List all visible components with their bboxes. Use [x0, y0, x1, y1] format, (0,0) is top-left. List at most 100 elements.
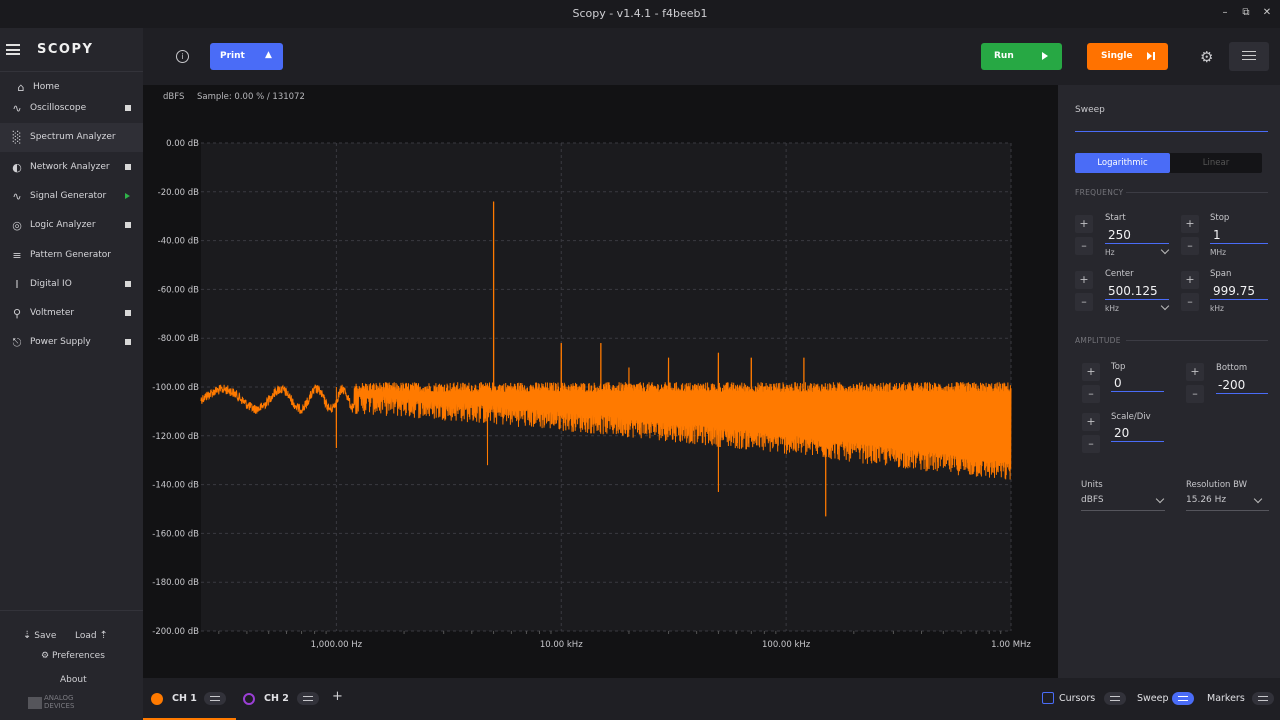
- start-decrement-button[interactable]: –: [1075, 237, 1093, 255]
- preferences-button[interactable]: ⚙ Preferences: [41, 651, 105, 661]
- about-button[interactable]: About: [60, 675, 87, 685]
- top-increment-button[interactable]: +: [1082, 363, 1100, 381]
- ch2-menu-toggle[interactable]: [297, 692, 319, 705]
- stop-decrement-button[interactable]: –: [1181, 237, 1199, 255]
- hamburger-menu-icon[interactable]: [6, 44, 20, 55]
- stop-increment-button[interactable]: +: [1181, 215, 1199, 233]
- scale-div-decrement-button[interactable]: –: [1082, 435, 1100, 453]
- units-chevron-down-icon[interactable]: [1155, 494, 1165, 504]
- sweep-label[interactable]: Sweep: [1137, 693, 1169, 704]
- sidebar-item-oscilloscope[interactable]: ∿ Oscilloscope: [0, 94, 143, 123]
- y-tick-label: -60.00 dB: [158, 285, 199, 295]
- top-label: Top: [1111, 362, 1126, 372]
- span-decrement-button[interactable]: –: [1181, 293, 1199, 311]
- span-input[interactable]: 999.75: [1213, 284, 1255, 298]
- minimize-icon[interactable]: –: [1218, 6, 1232, 20]
- load-label: Load: [75, 631, 97, 641]
- close-icon[interactable]: ✕: [1260, 6, 1274, 20]
- stopped-status-icon: [125, 163, 131, 170]
- sidebar-item-spectrum-analyzer[interactable]: ░ Spectrum Analyzer: [0, 123, 143, 153]
- center-increment-button[interactable]: +: [1075, 271, 1093, 289]
- resolution-bw-chevron-down-icon[interactable]: [1253, 494, 1263, 504]
- start-input[interactable]: 250: [1108, 228, 1131, 242]
- channel-bar: CH 1 CH 2 + Cursors Sweep Markers: [143, 678, 1280, 720]
- save-button[interactable]: ⇣ Save: [23, 630, 56, 641]
- brand-header: SCOPY: [0, 28, 143, 72]
- voltmeter-icon: ⚲: [12, 307, 22, 321]
- sidebar-item-label: Logic Analyzer: [30, 220, 96, 231]
- span-unit[interactable]: kHz: [1210, 304, 1224, 313]
- bottom-increment-button[interactable]: +: [1186, 363, 1204, 381]
- bottom-decrement-button[interactable]: –: [1186, 385, 1204, 403]
- center-unit[interactable]: kHz: [1105, 304, 1119, 313]
- sidebar-item-label: Home: [33, 82, 60, 92]
- units-label: Units: [1081, 480, 1103, 490]
- restore-icon[interactable]: ⧉: [1239, 6, 1253, 20]
- bottom-input[interactable]: -200: [1218, 378, 1245, 392]
- ch2-color-dot[interactable]: [243, 693, 255, 705]
- y-tick-label: -40.00 dB: [158, 237, 199, 247]
- sidebar-item-network-analyzer[interactable]: ◐ Network Analyzer: [0, 153, 143, 182]
- markers-menu-toggle[interactable]: [1252, 692, 1274, 705]
- start-unit-chevron-down-icon[interactable]: [1160, 245, 1170, 255]
- scale-option-logarithmic[interactable]: Logarithmic: [1075, 153, 1170, 173]
- cursors-label[interactable]: Cursors: [1059, 693, 1095, 704]
- single-step-bar: [1153, 52, 1155, 60]
- center-input[interactable]: 500.125: [1108, 284, 1158, 298]
- settings-gear-icon[interactable]: ⚙: [1200, 48, 1213, 66]
- digital-io-icon: I: [15, 277, 19, 291]
- stop-input[interactable]: 1: [1213, 228, 1221, 242]
- ch1-label[interactable]: CH 1: [172, 693, 197, 704]
- sidebar-item-pattern-generator[interactable]: ≡ Pattern Generator: [0, 241, 143, 270]
- y-tick-label: -80.00 dB: [158, 334, 199, 344]
- sidebar-item-logic-analyzer[interactable]: ◎ Logic Analyzer: [0, 211, 143, 240]
- tool-settings-toggle[interactable]: [1229, 42, 1269, 71]
- add-channel-icon[interactable]: +: [332, 689, 343, 704]
- plot-area: dBFS Sample: 0.00 % / 131072 1,000.00 Hz…: [143, 85, 1058, 678]
- x-tick-label: 100.00 kHz: [762, 640, 811, 650]
- load-icon: ⇡: [99, 630, 108, 641]
- center-unit-chevron-down-icon[interactable]: [1160, 301, 1170, 311]
- spectrum-plot[interactable]: 1,000.00 Hz 10.00 kHz 100.00 kHz 1.00 MHz 0.…: [143, 118, 1058, 678]
- vendor-line-1: ANALOG: [44, 694, 74, 702]
- load-button[interactable]: Load ⇡: [75, 630, 108, 641]
- start-unit[interactable]: Hz: [1105, 248, 1115, 257]
- cursors-menu-toggle[interactable]: [1104, 692, 1126, 705]
- sidebar-item-label: Oscilloscope: [30, 103, 87, 113]
- top-input[interactable]: 0: [1114, 376, 1122, 390]
- scale-div-increment-button[interactable]: +: [1082, 413, 1100, 431]
- sidebar-item-signal-generator[interactable]: ∿ Signal Generator: [0, 182, 143, 211]
- print-button[interactable]: Print ▲: [210, 43, 283, 70]
- sidebar-item-digital-io[interactable]: I Digital IO: [0, 270, 143, 299]
- stopped-status-icon: [125, 105, 131, 111]
- x-tick-label: 1.00 MHz: [991, 640, 1031, 650]
- sweep-menu-toggle[interactable]: [1172, 692, 1194, 705]
- top-decrement-button[interactable]: –: [1082, 385, 1100, 403]
- scale-div-input[interactable]: 20: [1114, 426, 1129, 440]
- stop-unit[interactable]: MHz: [1210, 248, 1226, 257]
- run-button[interactable]: Run: [981, 43, 1062, 70]
- ch2-label[interactable]: CH 2: [264, 693, 289, 704]
- sidebar-item-voltmeter[interactable]: ⚲ Voltmeter: [0, 299, 143, 328]
- start-input-underline: [1105, 243, 1169, 244]
- cursors-checkbox[interactable]: [1042, 692, 1054, 704]
- start-increment-button[interactable]: +: [1075, 215, 1093, 233]
- resolution-bw-select[interactable]: 15.26 Hz: [1186, 495, 1226, 505]
- info-icon[interactable]: i: [176, 50, 189, 63]
- resolution-bw-label: Resolution BW: [1186, 480, 1248, 490]
- markers-label[interactable]: Markers: [1207, 693, 1245, 704]
- signal-generator-icon: ∿: [12, 189, 22, 203]
- sidebar-item-power-supply[interactable]: ⎋ Power Supply: [0, 328, 143, 357]
- stop-label: Stop: [1210, 213, 1230, 223]
- center-decrement-button[interactable]: –: [1075, 293, 1093, 311]
- frequency-section-label: FREQUENCY: [1075, 188, 1124, 197]
- span-increment-button[interactable]: +: [1181, 271, 1199, 289]
- ch1-menu-toggle[interactable]: [204, 692, 226, 705]
- y-tick-label: 0.00 dB: [166, 139, 199, 149]
- bottom-label: Bottom: [1216, 363, 1248, 373]
- scale-option-linear[interactable]: Linear: [1170, 153, 1262, 173]
- stopped-status-icon: [125, 310, 131, 317]
- units-select[interactable]: dBFS: [1081, 495, 1104, 505]
- single-button[interactable]: Single: [1087, 43, 1168, 70]
- ch1-color-dot[interactable]: [151, 693, 163, 705]
